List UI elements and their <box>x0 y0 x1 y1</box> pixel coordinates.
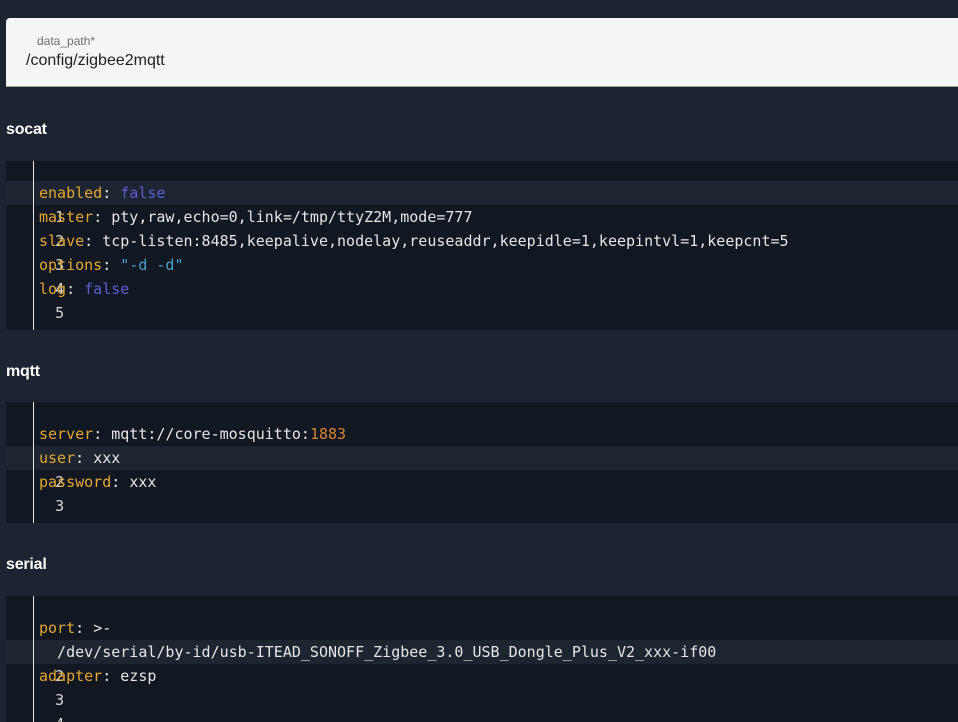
yaml-separator: : <box>75 449 94 467</box>
data-path-input[interactable] <box>26 52 926 70</box>
section-title-mqtt: mqtt <box>6 363 40 380</box>
yaml-separator: : <box>75 619 94 637</box>
yaml-key: enabled <box>39 184 103 202</box>
yaml-port-number: 1883 <box>309 425 347 443</box>
code-line[interactable]: 2 user: xxx <box>6 446 958 491</box>
yaml-value: xxx <box>93 449 121 467</box>
yaml-separator: : <box>93 208 112 226</box>
code-line[interactable]: 2 master: pty,raw,echo=0,link=/tmp/ttyZ2… <box>6 205 958 250</box>
yaml-value: tcp-listen:8485,keepalive,nodelay,reusea… <box>102 232 789 250</box>
yaml-separator: : <box>84 232 103 250</box>
editor-gutter <box>6 402 34 523</box>
yaml-key: server <box>39 425 94 443</box>
data-path-field[interactable]: data_path* <box>6 18 958 87</box>
yaml-value: mqtt://core-mosquitto: <box>111 425 310 443</box>
line-number: 6 <box>42 325 64 330</box>
yaml-value: false <box>120 184 166 202</box>
editor-gutter <box>6 161 34 330</box>
serial-code-editor[interactable]: 1 port: >- 2 /dev/serial/by-id/usb-ITEAD… <box>6 596 958 722</box>
code-line[interactable]: 3 slave: tcp-listen:8485,keepalive,nodel… <box>6 229 958 274</box>
yaml-separator: : <box>102 667 121 685</box>
yaml-value: "-d -d" <box>120 256 184 274</box>
yaml-key: port <box>39 619 76 637</box>
yaml-value: ezsp <box>120 667 157 685</box>
yaml-key: adapter <box>39 667 103 685</box>
yaml-value: /dev/serial/by-id/usb-ITEAD_SONOFF_Zigbe… <box>39 643 717 661</box>
code-line[interactable]: 4 options: "-d -d" <box>6 253 958 298</box>
code-line[interactable]: 1 port: >- <box>6 616 958 661</box>
yaml-key: master <box>39 208 94 226</box>
line-number: 4 <box>42 712 64 722</box>
yaml-key: log <box>39 280 67 298</box>
yaml-separator: : <box>111 473 130 491</box>
yaml-key: slave <box>39 232 85 250</box>
data-path-label: data_path* <box>37 34 96 48</box>
code-line[interactable]: 3 adapter: ezsp <box>6 664 958 709</box>
section-title-socat: socat <box>6 121 47 138</box>
yaml-separator: : <box>102 256 121 274</box>
yaml-separator: : <box>102 184 121 202</box>
yaml-value: false <box>84 280 130 298</box>
mqtt-code-editor[interactable]: 1 server: mqtt://core-mosquitto:1883 2 u… <box>6 402 958 523</box>
yaml-separator: : <box>66 280 85 298</box>
code-line[interactable]: 6 <box>6 301 958 330</box>
line-number: 4 <box>42 518 64 523</box>
yaml-key: user <box>39 449 76 467</box>
yaml-value: xxx <box>129 473 157 491</box>
yaml-key: password <box>39 473 112 491</box>
section-title-serial: serial <box>6 556 47 573</box>
code-line[interactable]: 4 <box>6 688 958 722</box>
code-line[interactable]: 3 password: xxx <box>6 470 958 515</box>
code-line[interactable]: 4 <box>6 494 958 523</box>
yaml-value: pty,raw,echo=0,link=/tmp/ttyZ2M,mode=777 <box>111 208 473 226</box>
code-line[interactable]: 5 log: false <box>6 277 958 322</box>
code-line[interactable]: 1 server: mqtt://core-mosquitto:1883 <box>6 422 958 467</box>
editor-gutter <box>6 596 34 722</box>
code-line[interactable]: 2 /dev/serial/by-id/usb-ITEAD_SONOFF_Zig… <box>6 640 958 685</box>
yaml-separator: : <box>93 425 112 443</box>
yaml-value: >- <box>93 619 112 637</box>
yaml-key: options <box>39 256 103 274</box>
code-line[interactable]: 1 enabled: false <box>6 181 958 226</box>
socat-code-editor[interactable]: 1 enabled: false 2 master: pty,raw,echo=… <box>6 161 958 330</box>
